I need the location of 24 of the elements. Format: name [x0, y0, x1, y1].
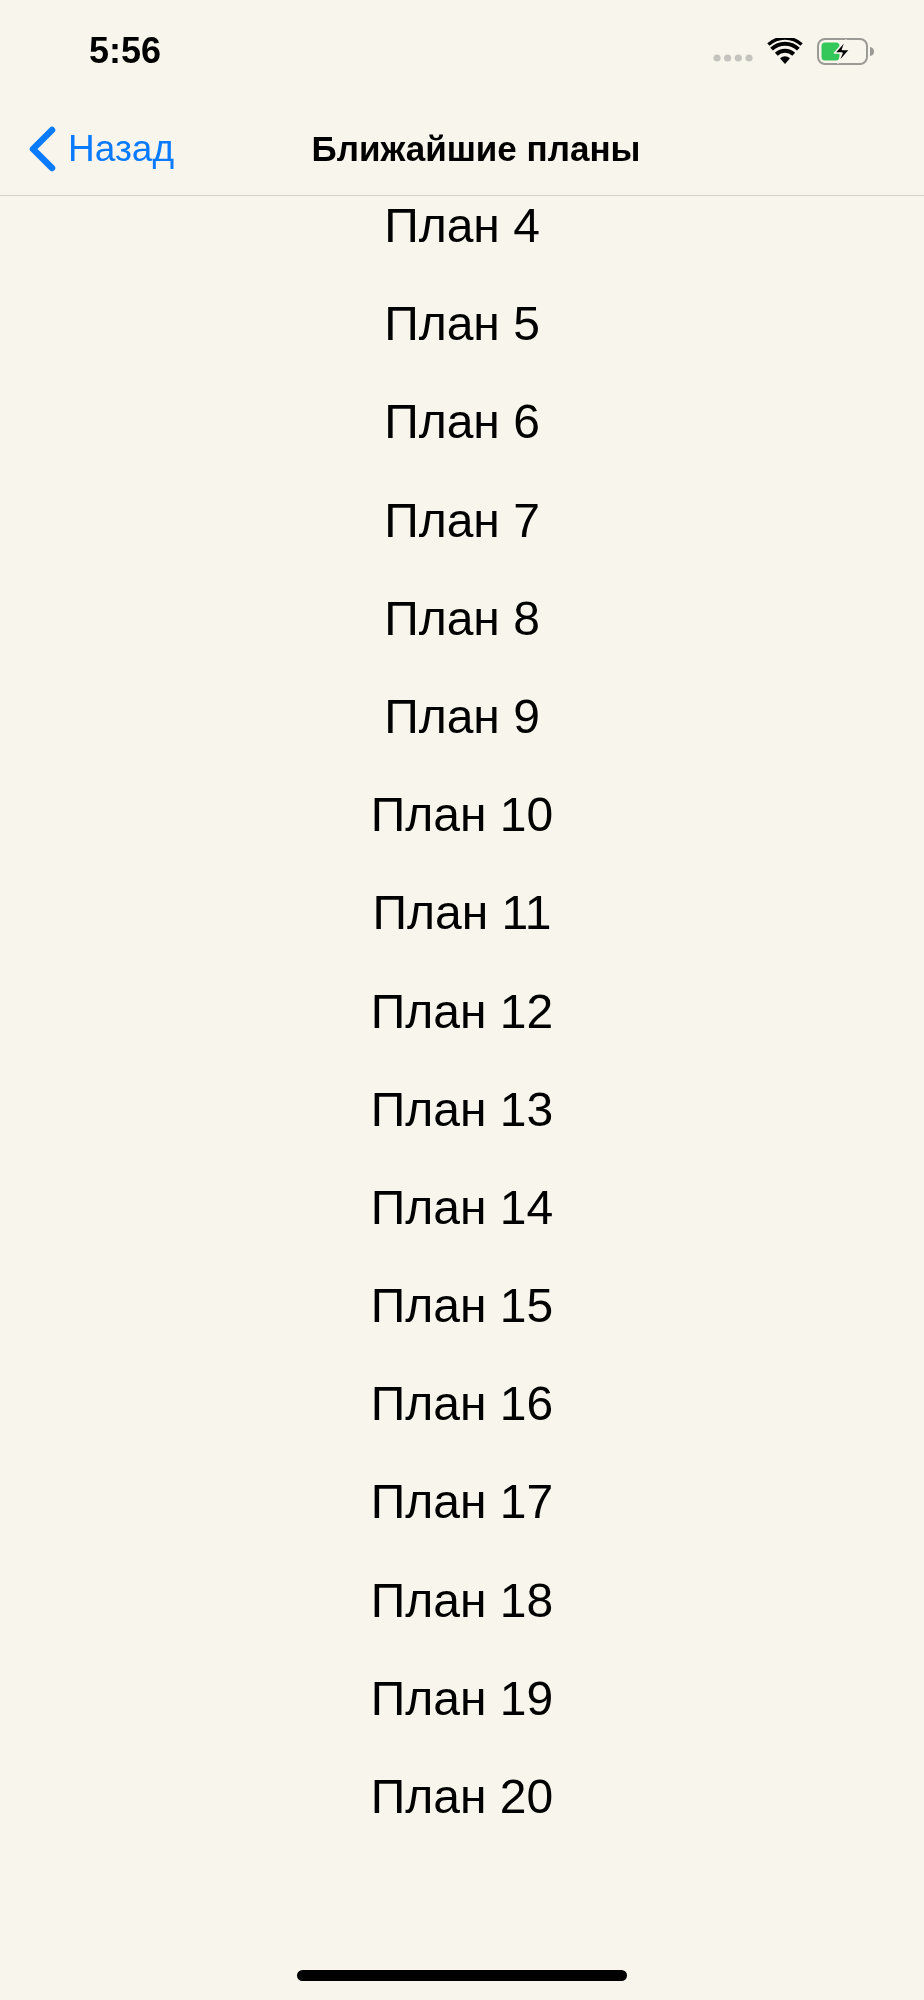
plan-list-item[interactable]: План 6: [384, 392, 540, 453]
back-button[interactable]: Назад: [28, 125, 174, 172]
plan-list-item[interactable]: План 17: [370, 1472, 554, 1533]
plan-list-item[interactable]: План 12: [370, 981, 554, 1042]
plan-list-item[interactable]: План 11: [372, 883, 552, 944]
plan-list-item[interactable]: План 15: [370, 1276, 554, 1337]
plan-list-item[interactable]: План 13: [370, 1079, 554, 1140]
plan-list-item[interactable]: План 10: [370, 785, 554, 846]
plan-list-item[interactable]: План 14: [370, 1177, 554, 1238]
status-time: 5:56: [89, 31, 162, 71]
plan-list-item[interactable]: План 4: [384, 196, 540, 256]
wifi-icon: [767, 38, 803, 64]
battery-charging-icon: [817, 37, 875, 65]
plan-list-item[interactable]: План 5: [384, 294, 540, 355]
plan-list-item[interactable]: План 18: [370, 1570, 554, 1631]
plan-list-item[interactable]: План 19: [370, 1668, 554, 1729]
screen-title: Ближайшие планы: [311, 127, 641, 170]
plan-list-item[interactable]: План 16: [370, 1374, 554, 1435]
plan-list-item[interactable]: План 8: [384, 588, 540, 649]
plan-list-item[interactable]: План 7: [384, 490, 540, 551]
signal-icon: [713, 53, 753, 62]
plan-list-item[interactable]: План 9: [384, 686, 540, 747]
plan-list-item[interactable]: План 20: [370, 1767, 554, 1827]
chevron-left-icon: [28, 125, 56, 172]
